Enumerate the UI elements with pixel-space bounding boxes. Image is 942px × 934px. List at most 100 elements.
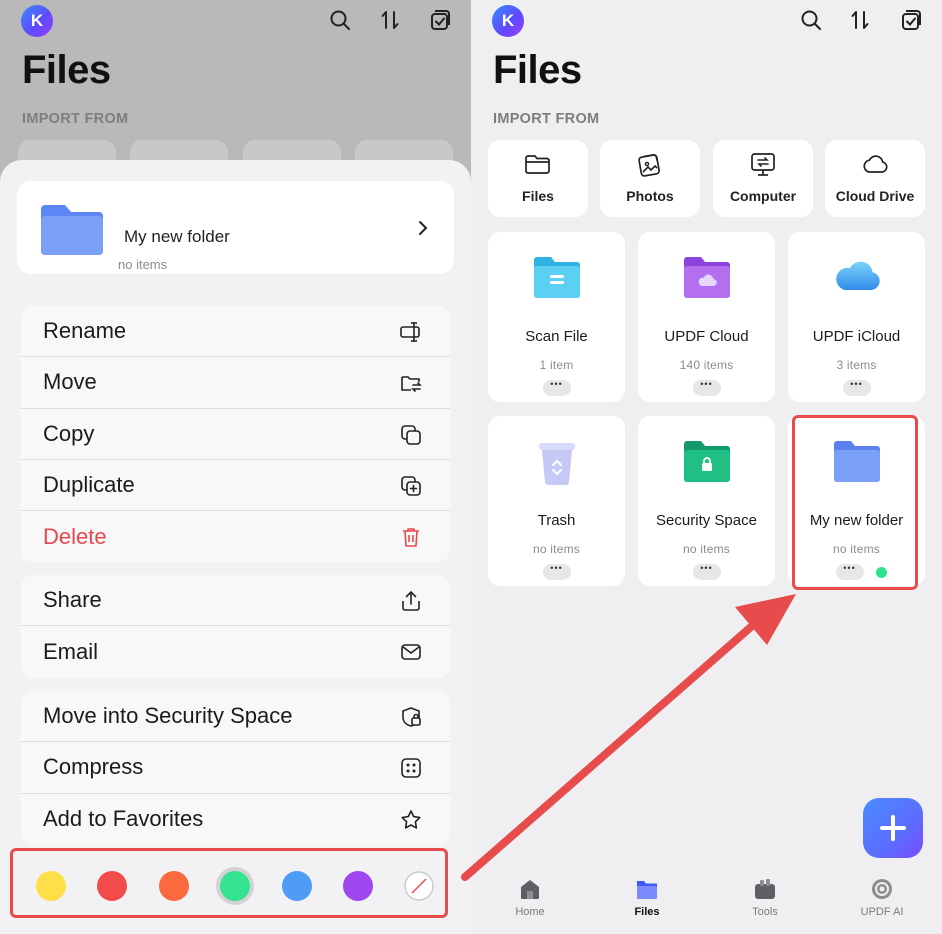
menu-group-edit: Rename Move Copy Duplicate Delete bbox=[21, 306, 450, 563]
share-icon bbox=[402, 590, 420, 611]
avatar[interactable]: K bbox=[21, 5, 53, 37]
left-screen: K Files IMPORT FROM My new folder no ite… bbox=[0, 0, 471, 934]
move-icon bbox=[401, 376, 422, 393]
more-button[interactable] bbox=[542, 379, 571, 396]
shield-lock-icon bbox=[402, 707, 421, 727]
folder-count: 140 items bbox=[679, 358, 734, 372]
avatar[interactable]: K bbox=[492, 5, 524, 37]
top-bar: K bbox=[471, 0, 942, 44]
menu-label: Rename bbox=[43, 318, 127, 344]
tab-label: Tools bbox=[752, 906, 778, 918]
page-title: Files bbox=[493, 48, 582, 92]
more-button[interactable] bbox=[692, 379, 721, 396]
folder-name: My new folder bbox=[124, 227, 230, 246]
menu-item-duplicate[interactable]: Duplicate bbox=[21, 460, 450, 512]
import-cloud-drive-button[interactable]: Cloud Drive bbox=[825, 140, 925, 217]
tab-bar: Home Files Tools UPDF AI bbox=[471, 872, 942, 934]
menu-item-add-to-favorites[interactable]: Add to Favorites bbox=[21, 794, 450, 845]
folder-card-scan-file[interactable]: Scan File 1 item bbox=[488, 232, 625, 402]
scan-folder-icon bbox=[533, 257, 580, 298]
tab-files[interactable]: Files bbox=[602, 878, 692, 918]
tab-updf-ai[interactable]: UPDF AI bbox=[837, 878, 927, 918]
cloud-folder-icon bbox=[683, 257, 730, 298]
more-button[interactable] bbox=[842, 379, 871, 396]
ai-icon bbox=[872, 879, 892, 899]
menu-label: Delete bbox=[43, 523, 107, 549]
import-label: Cloud Drive bbox=[835, 188, 915, 204]
color-tag-purple[interactable] bbox=[343, 871, 373, 901]
select-icon[interactable] bbox=[899, 8, 923, 32]
folder-name: Scan File bbox=[525, 328, 588, 345]
color-tag-yellow[interactable] bbox=[36, 871, 66, 901]
files-icon bbox=[637, 881, 657, 899]
import-computer-button[interactable]: Computer bbox=[713, 140, 813, 217]
rename-icon bbox=[400, 322, 420, 342]
tab-label: UPDF AI bbox=[860, 906, 904, 918]
color-tag-green[interactable] bbox=[220, 871, 250, 901]
select-icon[interactable] bbox=[428, 8, 452, 32]
copy-icon bbox=[401, 424, 421, 445]
avatar-letter: K bbox=[30, 11, 44, 30]
cloud-outline-icon bbox=[863, 155, 888, 173]
sort-icon[interactable] bbox=[378, 8, 402, 32]
more-button[interactable] bbox=[542, 563, 571, 580]
folder-name: UPDF Cloud bbox=[664, 328, 749, 345]
import-label: Computer bbox=[729, 188, 797, 204]
folder-count: no items bbox=[533, 542, 580, 556]
highlight-annotation bbox=[792, 415, 918, 590]
photos-icon bbox=[638, 154, 660, 177]
menu-group-more: Move into Security Space Compress Add to… bbox=[21, 691, 450, 845]
folder-count: 1 item bbox=[539, 358, 574, 372]
menu-label: Add to Favorites bbox=[43, 806, 204, 832]
color-tag-blue[interactable] bbox=[282, 871, 312, 901]
search-icon[interactable] bbox=[328, 8, 352, 32]
search-icon[interactable] bbox=[799, 8, 823, 32]
import-label: Photos bbox=[626, 188, 674, 204]
right-screen: K Files IMPORT FROM Files Photos Compute… bbox=[471, 0, 942, 934]
menu-item-rename[interactable]: Rename bbox=[21, 306, 450, 358]
folder-card-updf-cloud[interactable]: UPDF Cloud 140 items bbox=[638, 232, 775, 402]
trash-icon bbox=[403, 528, 419, 547]
folder-card-updf-icloud[interactable]: UPDF iCloud 3 items bbox=[788, 232, 925, 402]
menu-item-copy[interactable]: Copy bbox=[21, 409, 450, 460]
tab-label: Home bbox=[515, 906, 545, 918]
menu-item-delete[interactable]: Delete bbox=[21, 511, 450, 562]
folder-action-sheet: My new folder no items Rename Move Copy … bbox=[0, 160, 471, 934]
menu-label: Duplicate bbox=[43, 472, 135, 498]
menu-item-compress[interactable]: Compress bbox=[21, 742, 450, 794]
import-section-label: IMPORT FROM bbox=[22, 111, 129, 127]
folder-header[interactable]: My new folder no items bbox=[17, 181, 454, 274]
tab-label: Files bbox=[634, 906, 660, 918]
menu-item-email[interactable]: Email bbox=[21, 626, 450, 677]
color-tag-orange[interactable] bbox=[159, 871, 189, 901]
import-photos-button[interactable]: Photos bbox=[600, 140, 700, 217]
menu-label: Share bbox=[43, 587, 102, 613]
trash-bin-icon bbox=[538, 443, 575, 485]
menu-label: Move bbox=[43, 369, 97, 395]
menu-item-move[interactable]: Move bbox=[21, 357, 450, 409]
page-title: Files bbox=[22, 48, 111, 92]
color-tag-red[interactable] bbox=[97, 871, 127, 901]
more-button[interactable] bbox=[692, 563, 721, 580]
folder-card-security-space[interactable]: Security Space no items bbox=[638, 416, 775, 586]
email-icon bbox=[401, 644, 421, 661]
compress-icon bbox=[401, 758, 421, 779]
add-button[interactable] bbox=[863, 798, 923, 858]
folder-card-trash[interactable]: Trash no items bbox=[488, 416, 625, 586]
star-icon bbox=[401, 809, 421, 829]
menu-item-security-space[interactable]: Move into Security Space bbox=[21, 691, 450, 743]
sort-icon[interactable] bbox=[848, 8, 872, 32]
folder-outline-icon bbox=[525, 155, 550, 174]
import-files-button[interactable]: Files bbox=[488, 140, 588, 217]
chevron-right-icon bbox=[419, 221, 428, 235]
menu-item-share[interactable]: Share bbox=[21, 575, 450, 627]
tab-tools[interactable]: Tools bbox=[720, 878, 810, 918]
folder-icon bbox=[41, 205, 103, 255]
folder-count: no items bbox=[683, 542, 730, 556]
menu-label: Copy bbox=[43, 420, 95, 446]
color-tag-none[interactable] bbox=[404, 871, 434, 901]
folder-subtitle: no items bbox=[118, 257, 168, 272]
folder-name: UPDF iCloud bbox=[812, 328, 901, 345]
tab-home[interactable]: Home bbox=[485, 878, 575, 918]
tools-icon bbox=[755, 879, 775, 899]
